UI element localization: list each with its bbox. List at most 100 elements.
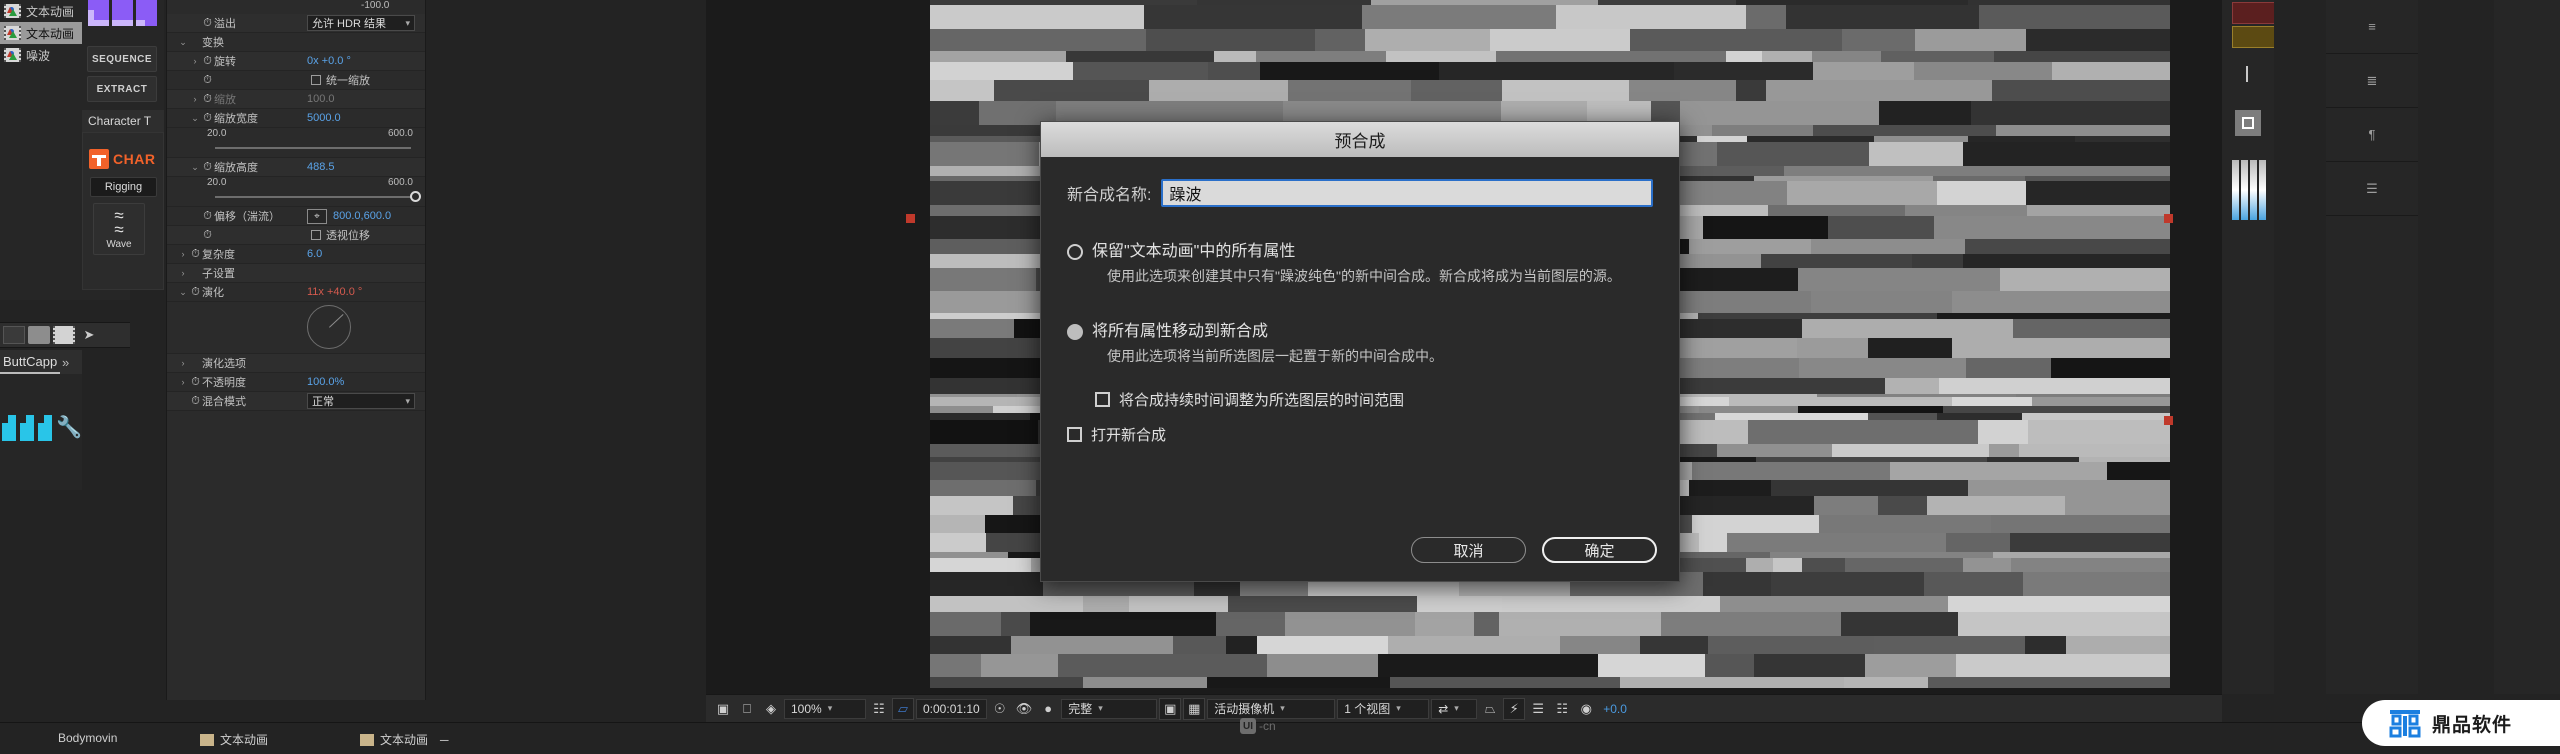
twirl-icon[interactable]: › — [177, 377, 189, 387]
property-row[interactable]: ⌄ ⏱ 缩放高度 488.5 — [167, 158, 425, 177]
timespan-icon[interactable]: ⏢ — [1479, 698, 1501, 720]
property-group-row[interactable]: ⌄ 变换 — [167, 33, 425, 52]
property-row[interactable]: ⏱ 混合模式 正常 ▾ — [167, 392, 425, 411]
channel-icon[interactable]: ◈ — [760, 698, 782, 720]
slider-knob[interactable] — [410, 191, 422, 202]
camera-select[interactable]: 活动摄像机 ▾ — [1207, 698, 1336, 719]
property-value[interactable]: 488.5 — [307, 161, 335, 173]
property-group-row[interactable]: › 子设置 — [167, 264, 425, 283]
tab-character-t[interactable]: Character T — [82, 114, 151, 128]
property-row[interactable]: ⏱ 偏移（湍流） ⌖ 800.0,600.0 — [167, 207, 425, 226]
stopwatch-icon[interactable]: ⏱ — [201, 93, 214, 106]
slider-track[interactable] — [215, 147, 411, 149]
property-row[interactable]: › ⏱ 不透明度 100.0% — [167, 373, 425, 392]
timeline-tab-comp-1[interactable]: 文本动画 — [200, 731, 268, 748]
thumbnail[interactable] — [136, 0, 157, 26]
grid-icon[interactable]: ▦ — [1183, 697, 1206, 720]
rocket-icon[interactable]: ➤ — [78, 326, 100, 344]
color-swatch-red[interactable] — [2232, 2, 2278, 24]
property-value[interactable]: 800.0,600.0 — [333, 210, 391, 222]
twirl-icon[interactable]: › — [177, 249, 189, 259]
property-dropdown[interactable]: 正常 ▾ — [307, 393, 415, 409]
renderer-icon[interactable]: ☰ — [1527, 698, 1549, 720]
twirl-icon[interactable]: ⌄ — [189, 113, 201, 124]
exposure-icon[interactable]: ◉ — [1575, 698, 1597, 720]
evolution-dial[interactable] — [307, 305, 351, 349]
ok-button[interactable]: 确定 — [1542, 537, 1657, 563]
checkbox-open-new-comp-row[interactable]: 打开新合成 — [1067, 424, 1653, 445]
composition-name-input[interactable] — [1161, 179, 1653, 207]
stopwatch-icon[interactable]: ⏱ — [201, 210, 214, 223]
stopwatch-icon[interactable]: ⏱ — [189, 376, 202, 389]
stopwatch-icon[interactable]: ⏱ — [201, 229, 214, 242]
twirl-icon[interactable]: › — [189, 94, 201, 104]
folder-icon[interactable] — [28, 326, 50, 344]
property-value[interactable]: 100.0 — [307, 93, 335, 105]
paragraph-tool-icon[interactable]: ¶ — [2326, 108, 2418, 162]
property-row[interactable]: ⌄ ⏱ 缩放宽度 5000.0 — [167, 109, 425, 128]
tab-buttcapp[interactable]: ButtCapp — [0, 350, 60, 374]
always-preview-icon[interactable]: ▣ — [712, 698, 734, 720]
color-swatch-yellow[interactable] — [2232, 26, 2278, 48]
cap-tool-icon[interactable] — [38, 415, 52, 441]
checkbox-open-new-comp[interactable] — [1067, 427, 1082, 442]
snapshot-icon[interactable]: ☉ — [989, 698, 1011, 720]
show-snapshot-icon[interactable]: 👁 — [1013, 698, 1036, 720]
option-keep-attributes[interactable]: 保留"文本动画"中的所有属性 使用此选项来创建其中只有"躁波纯色"的新中间合成。… — [1067, 241, 1653, 287]
rigging-button[interactable]: Rigging — [90, 177, 157, 197]
mask-icon[interactable]: ▣ — [1159, 697, 1182, 720]
thumbnail[interactable] — [88, 0, 109, 26]
fast-preview-icon[interactable]: ⚡ — [1503, 697, 1526, 720]
chevron-right-icon[interactable]: » — [60, 355, 69, 370]
flowchart-icon[interactable]: ☷ — [1551, 698, 1573, 720]
property-value[interactable]: 100.0% — [307, 376, 344, 388]
property-value[interactable]: 0x +0.0 ° — [307, 55, 351, 67]
stopwatch-icon[interactable]: ⏱ — [189, 248, 202, 261]
property-row[interactable]: ⏱ 溢出 允许 HDR 结果 ▾ — [167, 14, 425, 33]
stopwatch-icon[interactable]: ⏱ — [201, 161, 214, 174]
property-checkbox[interactable] — [311, 230, 321, 240]
property-value[interactable]: 11x +40.0 ° — [307, 286, 362, 298]
transparency-grid-icon[interactable]: ▱ — [892, 697, 914, 720]
property-checkbox-row[interactable]: 透视位移 — [311, 227, 370, 243]
timecode-display[interactable]: 0:00:01:10 — [916, 698, 987, 719]
radio-move-attributes[interactable] — [1067, 324, 1083, 340]
property-row[interactable]: › ⏱ 复杂度 6.0 — [167, 245, 425, 264]
slider-track[interactable] — [215, 196, 411, 198]
extract-button[interactable]: EXTRACT — [87, 76, 157, 102]
offset-anchor-icon[interactable]: ⌖ — [307, 208, 327, 224]
channel-rgb-icon[interactable]: ● — [1037, 698, 1059, 720]
close-icon[interactable]: ─ — [440, 733, 449, 747]
evolution-dial-row[interactable] — [167, 302, 425, 354]
property-row[interactable]: ⏱ 统一缩放 — [167, 71, 425, 90]
twirl-icon[interactable]: › — [189, 56, 201, 66]
timeline-tab-comp-2[interactable]: 文本动画 ─ — [360, 731, 449, 748]
property-checkbox-row[interactable]: 统一缩放 — [311, 72, 370, 88]
wave-tool-button[interactable]: ≈ ≈ Wave — [93, 203, 145, 255]
fill-stroke-icon[interactable] — [2235, 110, 2261, 136]
gradient-swatches[interactable] — [2232, 160, 2266, 220]
twirl-icon[interactable]: ⌄ — [177, 287, 189, 298]
stopwatch-icon[interactable]: ⏱ — [189, 395, 202, 408]
twirl-icon[interactable]: › — [177, 358, 189, 368]
twirl-icon[interactable]: ⌄ — [189, 162, 201, 173]
stopwatch-icon[interactable]: ⏱ — [201, 112, 214, 125]
sequence-button[interactable]: SEQUENCE — [87, 46, 157, 72]
twirl-icon[interactable]: ⌄ — [177, 37, 189, 48]
property-row[interactable]: ⌄ ⏱ 演化 11x +40.0 ° — [167, 283, 425, 302]
effects-tool-icon[interactable]: ☰ — [2326, 162, 2418, 216]
property-slider[interactable]: 20.0 600.0 — [167, 128, 425, 158]
region-of-interest-icon[interactable]: ☷ — [868, 698, 890, 720]
views-select[interactable]: 1 个视图 ▾ — [1337, 698, 1430, 719]
property-value[interactable]: 6.0 — [307, 248, 322, 260]
property-value[interactable]: 5000.0 — [307, 112, 341, 124]
property-checkbox[interactable] — [311, 75, 321, 85]
align-tool-icon[interactable]: ≡ — [2326, 0, 2418, 54]
checkbox-adjust-duration-row[interactable]: 将合成持续时间调整为所选图层的时间范围 — [1095, 389, 1653, 410]
option-move-attributes[interactable]: 将所有属性移动到新合成 使用此选项将当前所选图层一起置于新的中间合成中。 — [1067, 321, 1653, 367]
property-row[interactable]: ⏱ 透视位移 — [167, 226, 425, 245]
distribute-tool-icon[interactable]: ≣ — [2326, 54, 2418, 108]
stopwatch-icon[interactable]: ⏱ — [201, 55, 214, 68]
cancel-button[interactable]: 取消 — [1411, 537, 1526, 563]
zoom-select[interactable]: 100% ▾ — [784, 698, 866, 719]
